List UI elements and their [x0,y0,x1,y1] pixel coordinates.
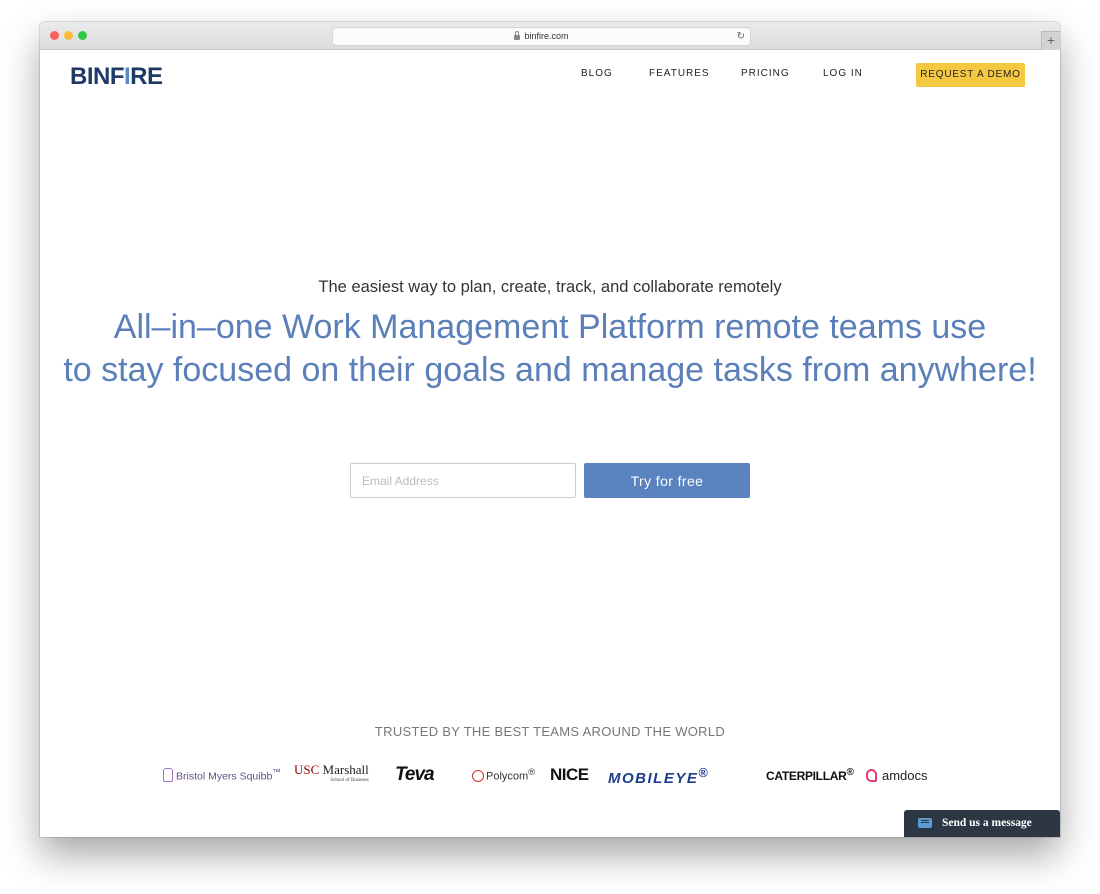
amdocs-mark-icon [866,769,877,782]
browser-window: binfire.com ↻ + BINFIRE BLOG FEATURES PR… [40,22,1060,837]
zoom-window-icon[interactable] [78,31,87,40]
logo-text-start: BINF [70,63,125,90]
mobileye-name: MOBILEYE [608,770,699,787]
binfire-logo[interactable]: BINFIRE [70,63,163,91]
send-message-widget[interactable]: Send us a message [904,810,1060,837]
bms-name: Bristol Myers Squibb [176,770,273,783]
caterpillar-logo: CATERPILLAR® [766,767,854,783]
mobileye-trademark: ® [698,766,710,780]
amdocs-logo: amdocs [866,768,928,783]
hero-headline: All–in–one Work Management Platform remo… [40,306,1060,392]
polycom-logo: Polycom® [472,767,535,783]
trusted-heading: TRUSTED BY THE BEST TEAMS AROUND THE WOR… [374,724,726,739]
try-for-free-button[interactable]: Try for free [584,463,750,498]
teva-logo: Teva [395,764,435,785]
polycom-trademark: ® [528,767,535,777]
caterpillar-name: CATERPILLAR [766,769,847,783]
chat-bubble-icon [918,818,932,828]
polycom-ring-icon [472,769,484,782]
usc-marshall-logo: USC Marshall School of Business [294,762,369,786]
caterpillar-trademark: ® [846,767,854,778]
hero-tagline: The easiest way to plan, create, track, … [318,278,782,296]
browser-toolbar: binfire.com ↻ + [40,22,1060,50]
nav-pricing[interactable]: PRICING [741,68,790,79]
request-demo-button[interactable]: REQUEST A DEMO [916,63,1025,87]
nav-blog[interactable]: BLOG [581,68,613,79]
hero-headline-line1: All–in–one Work Management Platform remo… [113,308,987,346]
reload-icon[interactable]: ↻ [737,28,745,45]
nav-features[interactable]: FEATURES [649,68,710,79]
new-tab-button[interactable]: + [1041,31,1060,50]
minimize-window-icon[interactable] [64,31,73,40]
bms-hand-icon [163,767,173,782]
usc-text: USC [294,762,320,777]
close-window-icon[interactable] [50,31,59,40]
bms-trademark: ™ [272,767,282,777]
email-input[interactable] [350,463,576,498]
chat-label: Send us a message [942,817,1032,829]
nice-logo: NICE [550,765,589,784]
address-bar[interactable]: binfire.com ↻ [332,27,751,46]
bristol-myers-squibb-logo: Bristol Myers Squibb™ [163,767,281,783]
polycom-name: Polycom [486,770,529,783]
logo-text-end: RE [130,63,163,90]
amdocs-name: amdocs [882,768,928,783]
mobileye-logo: MOBILEYE® [608,766,709,787]
lock-icon [514,31,521,40]
hero-headline-line2: to stay focused on their goals and manag… [63,351,1037,389]
address-url: binfire.com [524,31,569,41]
nav-login[interactable]: LOG IN [823,68,863,79]
